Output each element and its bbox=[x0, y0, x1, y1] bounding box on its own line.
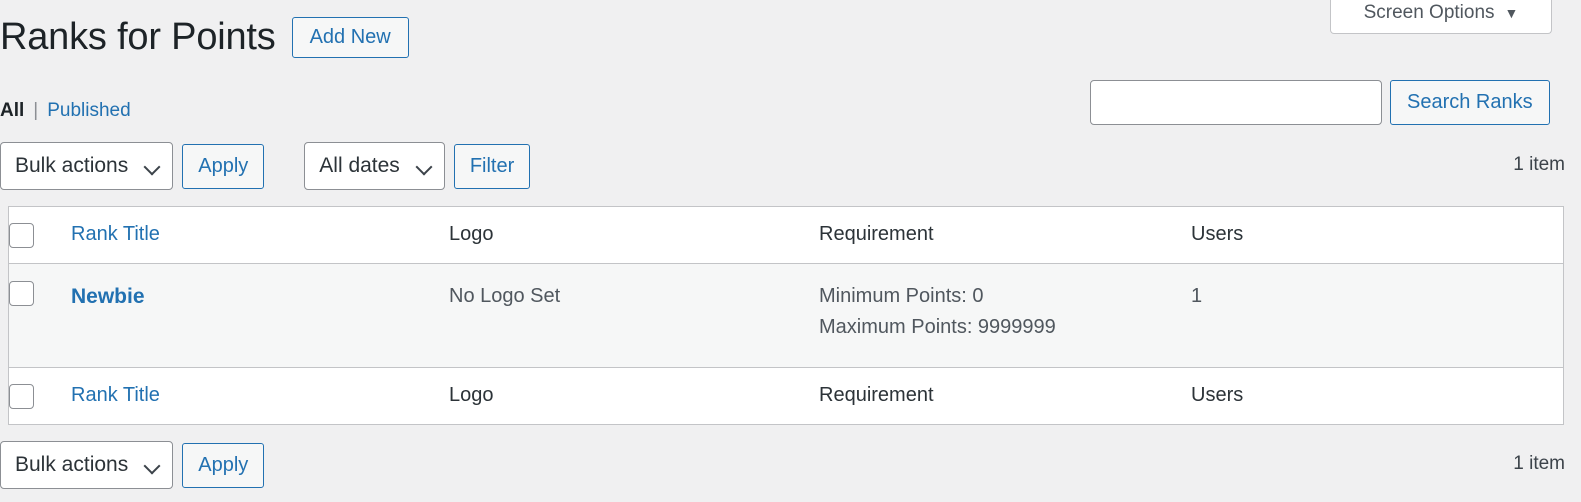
requirement-maximum-points: Maximum Points: 9999999 bbox=[819, 316, 1056, 338]
bulk-actions-select-bottom[interactable]: Bulk actions bbox=[0, 441, 174, 489]
column-header-logo-bottom: Logo bbox=[449, 367, 819, 425]
chevron-down-icon bbox=[143, 457, 161, 475]
tablenav-bottom: Bulk actions Apply 1 item bbox=[0, 441, 1581, 491]
bulk-actions-select-bottom-label: Bulk actions bbox=[15, 453, 129, 476]
table-header-row: Rank Title Logo Requirement Users bbox=[8, 206, 1564, 264]
date-filter-select-label: All dates bbox=[319, 154, 400, 177]
table-row: Newbie No Logo Set Minimum Points: 0 Max… bbox=[8, 263, 1564, 368]
chevron-down-icon bbox=[143, 158, 161, 176]
search-input[interactable] bbox=[1090, 80, 1382, 125]
view-link-published[interactable]: Published bbox=[47, 100, 130, 122]
screen-options-tab[interactable]: Screen Options ▼ bbox=[1330, 0, 1552, 34]
column-header-requirement-top: Requirement bbox=[819, 206, 1191, 264]
row-users-cell: 1 bbox=[1191, 263, 1564, 368]
requirement-minimum-points: Minimum Points: 0 bbox=[819, 285, 984, 307]
table-footer-row: Rank Title Logo Requirement Users bbox=[8, 367, 1564, 425]
table-body: Newbie No Logo Set Minimum Points: 0 Max… bbox=[8, 263, 1564, 368]
column-header-title-link-top[interactable]: Rank Title bbox=[71, 223, 160, 245]
displaying-num-top: 1 item bbox=[1513, 154, 1565, 175]
bulk-actions-group-top: Bulk actions Apply All dates Filter bbox=[0, 142, 531, 190]
bulk-actions-group-bottom: Bulk actions Apply bbox=[0, 441, 265, 489]
search-box: Search Ranks bbox=[1090, 80, 1550, 125]
column-header-logo-top: Logo bbox=[449, 206, 819, 264]
column-header-title-top[interactable]: Rank Title bbox=[71, 206, 449, 264]
row-select-checkbox[interactable] bbox=[9, 281, 34, 306]
screen-options-label: Screen Options bbox=[1363, 1, 1495, 23]
rank-title-link[interactable]: Newbie bbox=[71, 285, 145, 308]
page-title: Ranks for Points bbox=[0, 16, 276, 58]
views-filter-list: All | Published bbox=[0, 100, 131, 122]
view-link-all[interactable]: All bbox=[0, 100, 24, 122]
table-foot: Rank Title Logo Requirement Users bbox=[8, 367, 1564, 425]
apply-button-top[interactable]: Apply bbox=[182, 143, 265, 189]
displaying-num-bottom: 1 item bbox=[1513, 453, 1565, 474]
column-header-title-link-bottom[interactable]: Rank Title bbox=[71, 384, 160, 406]
select-all-checkbox-top[interactable] bbox=[9, 223, 34, 248]
bulk-actions-select-top-label: Bulk actions bbox=[15, 154, 129, 177]
chevron-down-icon: ▼ bbox=[1504, 4, 1519, 21]
ranks-list-table: Rank Title Logo Requirement Users Newbie… bbox=[8, 206, 1564, 425]
apply-button-bottom[interactable]: Apply bbox=[182, 442, 265, 488]
bulk-actions-select-top[interactable]: Bulk actions bbox=[0, 142, 174, 190]
row-requirement-cell: Minimum Points: 0 Maximum Points: 999999… bbox=[819, 263, 1191, 368]
table-head: Rank Title Logo Requirement Users bbox=[8, 206, 1564, 264]
view-separator: | bbox=[33, 100, 39, 121]
date-filter-select[interactable]: All dates bbox=[304, 142, 445, 190]
column-header-requirement-bottom: Requirement bbox=[819, 367, 1191, 425]
search-submit-button[interactable]: Search Ranks bbox=[1390, 80, 1550, 125]
select-all-header-top bbox=[8, 206, 71, 264]
add-new-button[interactable]: Add New bbox=[291, 17, 409, 59]
row-title-cell: Newbie bbox=[71, 263, 449, 368]
row-logo-cell: No Logo Set bbox=[449, 263, 819, 368]
row-select-cell bbox=[8, 263, 71, 368]
select-all-checkbox-bottom[interactable] bbox=[9, 384, 34, 409]
column-header-users-top: Users bbox=[1191, 206, 1564, 264]
page-header: Ranks for Points Add New bbox=[0, 16, 409, 59]
select-all-header-bottom bbox=[8, 367, 71, 425]
chevron-down-icon bbox=[415, 158, 433, 176]
tablenav-top: Bulk actions Apply All dates Filter 1 it… bbox=[0, 142, 1581, 192]
column-header-title-bottom[interactable]: Rank Title bbox=[71, 367, 449, 425]
filter-button[interactable]: Filter bbox=[453, 143, 531, 189]
column-header-users-bottom: Users bbox=[1191, 367, 1564, 425]
